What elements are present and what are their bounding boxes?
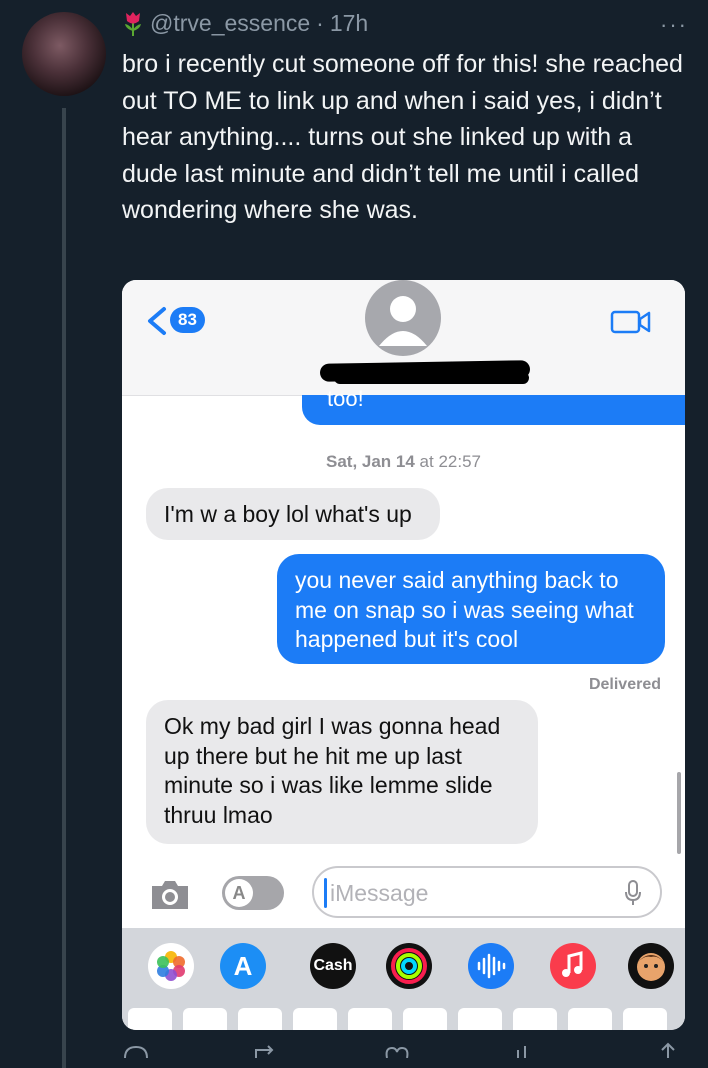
text-cursor	[324, 878, 327, 908]
message-field[interactable]	[328, 876, 612, 910]
imessage-header: 83	[122, 280, 685, 396]
contact-avatar[interactable]	[365, 280, 441, 356]
tweet-header: @trve_essence · 17h	[122, 10, 368, 37]
unread-badge: 83	[170, 307, 205, 333]
keyboard-key[interactable]	[238, 1008, 282, 1030]
message-timestamp: Sat, Jan 14 at 22:57	[122, 452, 685, 472]
appstore-icon: A	[225, 879, 253, 907]
outgoing-message-bubble: you never said anything back to me on sn…	[277, 554, 665, 664]
keyboard-key[interactable]	[128, 1008, 172, 1030]
scrollbar[interactable]	[677, 772, 681, 854]
keyboard-key[interactable]	[348, 1008, 392, 1030]
photos-icon[interactable]	[148, 943, 194, 989]
cutoff-outgoing-bubble: too!	[302, 388, 685, 425]
memoji-icon[interactable]	[628, 943, 674, 989]
keyboard-top-row	[122, 1008, 685, 1030]
keyboard-key[interactable]	[568, 1008, 612, 1030]
retweet-icon[interactable]	[252, 1044, 286, 1058]
tweet-time[interactable]: 17h	[330, 10, 368, 37]
keyboard-key[interactable]	[458, 1008, 502, 1030]
keyboard-key[interactable]	[513, 1008, 557, 1030]
like-icon[interactable]	[384, 1044, 410, 1058]
timestamp-day: Sat, Jan 14	[326, 452, 415, 471]
person-icon	[379, 296, 427, 346]
keyboard-key[interactable]	[293, 1008, 337, 1030]
cash-app-icon[interactable]: Cash	[310, 943, 356, 989]
thread-line	[62, 108, 66, 1068]
camera-icon[interactable]	[148, 876, 192, 912]
music-icon[interactable]	[550, 943, 596, 989]
voice-memo-icon[interactable]	[468, 943, 514, 989]
views-icon[interactable]	[514, 1042, 540, 1058]
keyboard-key[interactable]	[403, 1008, 447, 1030]
video-call-icon[interactable]	[610, 308, 652, 336]
user-handle[interactable]: @trve_essence	[150, 10, 310, 37]
fitness-icon[interactable]	[386, 943, 432, 989]
share-icon[interactable]	[658, 1042, 678, 1058]
reply-icon[interactable]	[122, 1044, 150, 1058]
apps-button[interactable]: A	[222, 876, 284, 910]
rose-emoji-icon	[125, 11, 141, 36]
tweet-text: bro i recently cut someone off for this!…	[122, 50, 683, 224]
cutoff-text: too!	[327, 386, 364, 411]
timestamp-time: at 22:57	[414, 452, 481, 471]
tweet-actions	[122, 1040, 692, 1058]
incoming-message-bubble: Ok my bad girl I was gonna head up there…	[146, 700, 538, 844]
keyboard-key[interactable]	[623, 1008, 667, 1030]
microphone-icon[interactable]	[624, 880, 642, 906]
imessage-input[interactable]	[312, 866, 662, 918]
redacted-name-scribble	[334, 372, 529, 384]
keyboard-key[interactable]	[183, 1008, 227, 1030]
back-chevron-icon[interactable]	[144, 306, 170, 336]
incoming-message-bubble: I'm w a boy lol what's up	[146, 488, 440, 540]
attached-screenshot[interactable]: 83 too! Sat, Jan 14 at 22:57 I'm w a boy…	[122, 280, 685, 1030]
more-options-icon[interactable]: ···	[660, 12, 688, 38]
separator: ·	[316, 10, 324, 36]
delivered-status: Delivered	[588, 676, 661, 693]
user-avatar[interactable]	[22, 12, 106, 96]
appstore-icon[interactable]: A	[220, 943, 266, 989]
